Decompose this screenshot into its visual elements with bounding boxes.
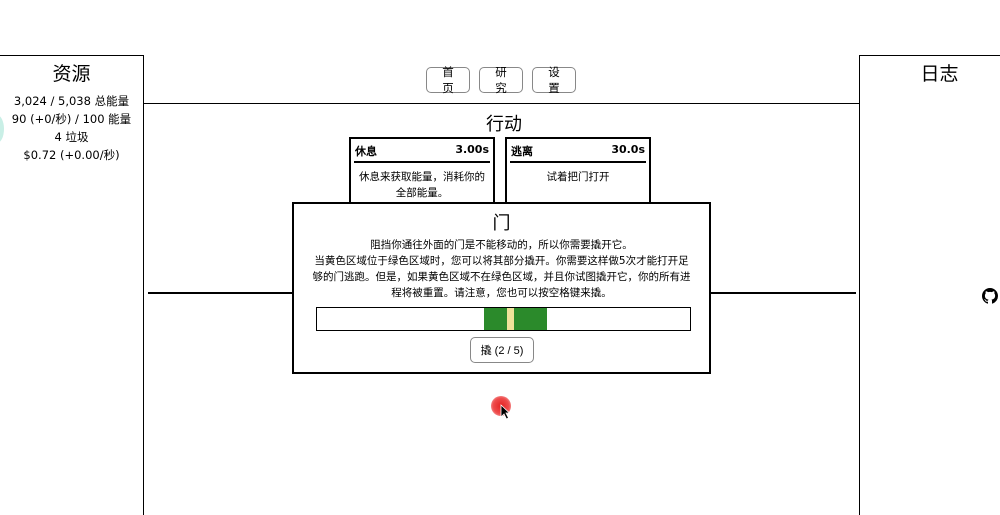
resources-list: 3,024 / 5,038 总能量 90 (+0/秒) / 100 能量 4 垃… (0, 92, 143, 164)
actions-divider-top (144, 103, 860, 104)
card-name: 休息 (355, 145, 377, 158)
research-button[interactable]: 研究 (479, 65, 523, 95)
card-header: 休息 3.00s (351, 139, 493, 161)
modal-description: 阻挡你通往外面的门是不能移动的，所以你需要撬开它。 当黄色区域位于绿色区域时，您… (312, 237, 691, 301)
actions-title: 行动 (486, 114, 522, 135)
card-time: 30.0s (611, 143, 645, 156)
green-zone (484, 308, 547, 330)
pry-minigame-bar (316, 307, 691, 331)
resources-title: 资源 (52, 63, 91, 85)
card-name: 逃离 (511, 145, 533, 158)
modal-description-line: 阻挡你通往外面的门是不能移动的，所以你需要撬开它。 (370, 239, 633, 251)
top-nav: 首页 研究 设置 (426, 65, 576, 95)
door-modal: 门 阻挡你通往外面的门是不能移动的，所以你需要撬开它。 当黄色区域位于绿色区域时… (292, 202, 711, 374)
github-icon[interactable] (982, 288, 998, 304)
home-button[interactable]: 首页 (426, 65, 470, 95)
card-description: 休息来获取能量，消耗你的全部能量。 (359, 171, 485, 199)
card-header: 逃离 30.0s (507, 139, 649, 161)
resources-panel: 资源 3,024 / 5,038 总能量 90 (+0/秒) / 100 能量 … (0, 55, 144, 515)
resource-total-energy: 3,024 / 5,038 总能量 (13, 94, 130, 108)
settings-button[interactable]: 设置 (532, 65, 576, 95)
yellow-marker (507, 308, 514, 330)
log-title: 日志 (920, 63, 959, 85)
resource-energy: 90 (+0/秒) / 100 能量 (11, 112, 132, 126)
card-description: 试着把门打开 (546, 171, 610, 183)
cursor-icon (500, 404, 510, 420)
pry-button[interactable]: 撬 (2 / 5) (470, 337, 534, 363)
resource-money: $0.72 (+0.00/秒) (23, 148, 120, 162)
modal-title: 门 (492, 213, 511, 234)
log-panel: 日志 (859, 55, 1000, 515)
card-time: 3.00s (455, 143, 489, 156)
resource-junk: 4 垃圾 (54, 130, 89, 144)
modal-description-line: 当黄色区域位于绿色区域时，您可以将其部分撬开。你需要这样做5次才能打开足够的门逃… (312, 255, 691, 299)
